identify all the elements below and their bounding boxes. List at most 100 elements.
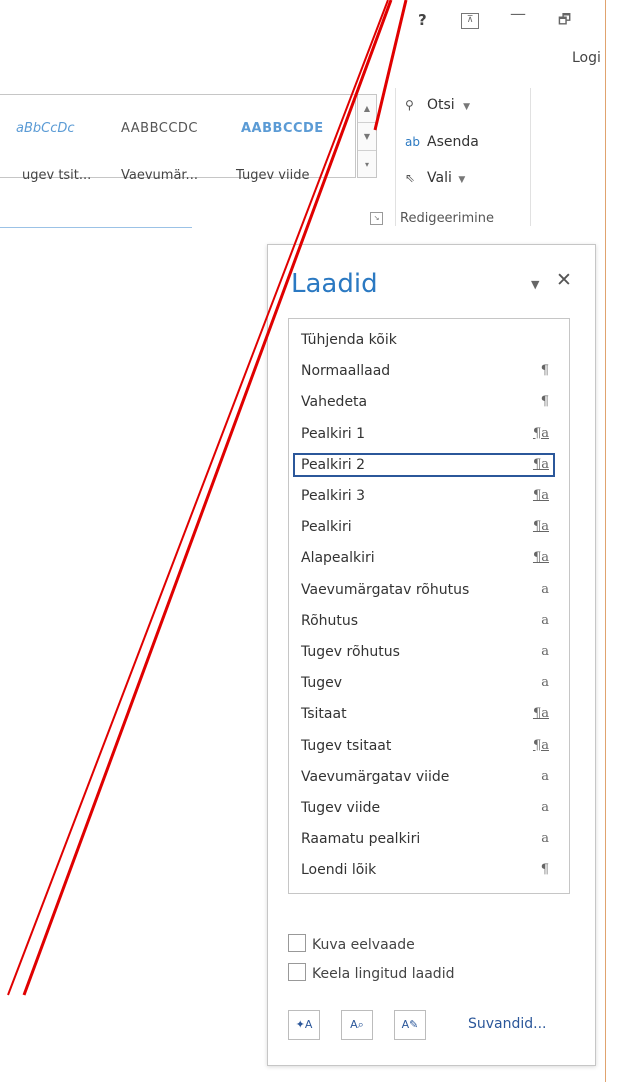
binoculars-icon: ⚲: [405, 98, 414, 112]
character-style-icon: a: [541, 768, 549, 784]
linked-style-icon: ¶a: [532, 706, 549, 722]
style-list-item[interactable]: Pealkiri 3 ¶a: [293, 484, 555, 508]
character-style-icon: a: [541, 644, 549, 659]
chevron-down-icon: ▼: [463, 102, 471, 112]
gallery-scrollbar: ▲ ▼ ▾: [357, 94, 377, 178]
style-item-label: Pealkiri 2: [301, 456, 366, 473]
style-list-item[interactable]: Pealkiri ¶a: [293, 515, 555, 539]
gallery-style-name[interactable]: Vaevumär...: [121, 168, 198, 183]
gallery-style-sample[interactable]: AABBCCDC: [121, 121, 198, 136]
minimize-button[interactable]: —: [510, 6, 526, 22]
manage-styles-button[interactable]: A✎: [394, 1010, 426, 1040]
style-item-label: Rõhutus: [301, 612, 359, 629]
linked-style-icon: ¶a: [532, 456, 549, 472]
style-list-item[interactable]: Tugev rõhutus a: [293, 640, 555, 664]
ribbon: aBbCcDc AABBCCDC AABBCCDE ugev tsit... V…: [0, 82, 605, 233]
style-item-label: Tugev rõhutus: [301, 644, 400, 660]
manage-styles-icon: A✎: [401, 1018, 419, 1031]
style-item-label: Pealkiri 3: [301, 488, 366, 504]
styles-dialog-launcher-icon[interactable]: ↘: [370, 212, 383, 225]
new-style-button[interactable]: ✦A: [288, 1010, 320, 1040]
replace-button[interactable]: ab Asenda: [405, 134, 479, 150]
disable-linked-label: Keela lingitud laadid: [312, 966, 455, 982]
pane-close-icon[interactable]: ✕: [556, 269, 572, 291]
style-item-label: Vaevumärgatav viide: [301, 768, 450, 785]
select-label: Vali: [427, 170, 452, 186]
style-list-item[interactable]: Tugev tsitaat ¶a: [293, 734, 555, 758]
restore-button[interactable]: 🗗: [558, 12, 571, 28]
style-item-label: Tsitaat: [301, 706, 347, 723]
style-inspector-icon: A⌕: [350, 1018, 364, 1031]
style-list-item[interactable]: Raamatu pealkiri a: [293, 827, 555, 851]
style-list-item[interactable]: Alapealkiri ¶a: [293, 546, 555, 570]
pane-title: Laadid: [291, 269, 378, 299]
character-style-icon: a: [541, 675, 549, 691]
show-preview-label: Kuva eelvaade: [312, 937, 415, 953]
checkbox-icon[interactable]: [288, 934, 306, 952]
group-divider: [395, 88, 396, 226]
find-label: Otsi: [427, 97, 455, 113]
style-item-label: Tugev viide: [301, 800, 381, 816]
ribbon-tab-indicator: [0, 227, 192, 228]
pane-menu-chevron-icon[interactable]: ▼: [531, 278, 539, 291]
style-item-label: Alapealkiri: [301, 550, 375, 567]
gallery-style-sample[interactable]: AABBCCDE: [241, 121, 324, 136]
style-list-item[interactable]: Tugev viide a: [293, 796, 555, 820]
style-list-item[interactable]: Normaallaad ¶: [293, 359, 555, 383]
style-list-item[interactable]: Vahedeta ¶: [293, 390, 555, 414]
character-style-icon: a: [541, 800, 549, 815]
style-list-item[interactable]: Pealkiri 2 ¶a: [293, 452, 555, 477]
checkbox-icon[interactable]: [288, 963, 306, 981]
style-list-item[interactable]: Tsitaat ¶a: [293, 702, 555, 726]
style-item-label: Pealkiri: [301, 519, 352, 536]
style-inspector-button[interactable]: A⌕: [341, 1010, 373, 1040]
character-style-icon: a: [541, 581, 549, 597]
style-list-item[interactable]: Tühjenda kõik: [293, 328, 555, 352]
styles-gallery[interactable]: aBbCcDc AABBCCDC AABBCCDE ugev tsit... V…: [0, 94, 356, 183]
group-divider: [530, 88, 531, 226]
linked-style-icon: ¶a: [532, 425, 549, 441]
style-list-item[interactable]: Vaevumärgatav viide a: [293, 765, 555, 789]
gallery-scroll-down-icon[interactable]: ▼: [358, 123, 376, 151]
chevron-down-icon: ▼: [458, 175, 466, 185]
title-bar: ? ⊼ — 🗗 Logi: [0, 0, 605, 82]
style-list-item[interactable]: Rõhutus a: [293, 609, 555, 633]
character-style-icon: a: [541, 612, 549, 628]
paragraph-style-icon: ¶: [540, 363, 549, 379]
linked-style-icon: ¶a: [532, 488, 549, 503]
editing-group-label: Redigeerimine: [400, 211, 495, 226]
style-list-item[interactable]: Vaevumärgatav rõhutus a: [293, 578, 555, 602]
word-window: ? ⊼ — 🗗 Logi aBbCcDc AABBCCDC AABBCCDE u…: [0, 0, 606, 1082]
style-item-label: Tugev tsitaat: [301, 737, 392, 754]
gallery-scroll-up-icon[interactable]: ▲: [358, 95, 376, 123]
paragraph-style-icon: ¶: [540, 394, 549, 410]
find-button[interactable]: ⚲ Otsi ▼: [405, 97, 470, 113]
help-button[interactable]: ?: [418, 12, 427, 28]
style-list-item[interactable]: Tugev a: [293, 671, 555, 695]
style-list-item[interactable]: Pealkiri 1 ¶a: [293, 422, 555, 446]
ribbon-display-options-button[interactable]: ⊼: [461, 13, 479, 29]
character-style-icon: a: [541, 831, 549, 847]
gallery-style-name[interactable]: ugev tsit...: [22, 168, 91, 183]
select-button[interactable]: ⇖ Vali ▼: [405, 170, 465, 186]
paragraph-style-icon: ¶: [540, 862, 549, 878]
gallery-style-name[interactable]: Tugev viide: [236, 168, 309, 183]
style-item-label: Pealkiri 1: [301, 425, 366, 442]
linked-style-icon: ¶a: [532, 550, 549, 566]
show-preview-checkbox[interactable]: Kuva eelvaade: [288, 934, 415, 953]
style-item-label: Vaevumärgatav rõhutus: [301, 581, 470, 598]
linked-style-icon: ¶a: [532, 519, 549, 535]
disable-linked-styles-checkbox[interactable]: Keela lingitud laadid: [288, 963, 454, 982]
style-item-label: Raamatu pealkiri: [301, 831, 421, 848]
login-link[interactable]: Logi: [572, 50, 601, 66]
cursor-icon: ⇖: [405, 171, 416, 185]
style-item-label: Normaallaad: [301, 363, 391, 380]
style-list-item[interactable]: Loendi lõik ¶: [293, 858, 555, 882]
options-link[interactable]: Suvandid...: [468, 1016, 547, 1032]
style-item-label: Vahedeta: [301, 394, 368, 411]
gallery-more-icon[interactable]: ▾: [358, 151, 376, 178]
gallery-style-sample[interactable]: aBbCcDc: [16, 121, 75, 136]
styles-pane: Laadid ▼ ✕ Tühjenda kõik Normaallaad ¶ Vahe…: [267, 244, 596, 1066]
linked-style-icon: ¶a: [532, 737, 549, 753]
style-item-label: Tühjenda kõik: [301, 332, 397, 348]
